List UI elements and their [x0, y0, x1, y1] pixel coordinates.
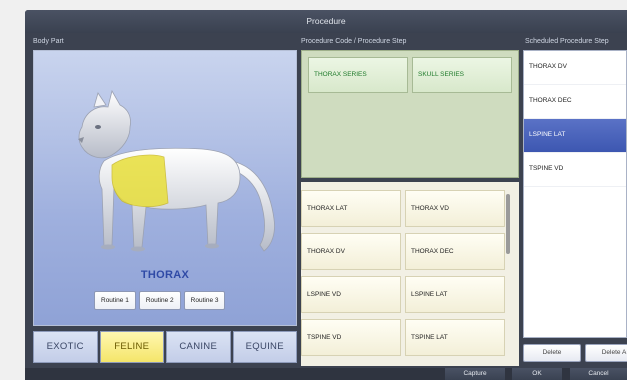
step-tspine-lat[interactable]: TSPINE LAT	[405, 319, 505, 356]
delete-all-button[interactable]: Delete A	[585, 344, 627, 362]
scheduled-header: Scheduled Procedure Step	[525, 38, 609, 45]
tab-feline[interactable]: FELINE	[99, 331, 164, 363]
scheduled-item[interactable]: THORAX DV	[524, 51, 626, 85]
step-lspine-vd[interactable]: LSPINE VD	[301, 276, 401, 313]
cat-anatomy-image[interactable]	[42, 69, 290, 269]
procedure-code-panel: THORAX SERIES SKULL SERIES	[301, 50, 519, 178]
scheduled-step-list: THORAX DV THORAX DEC LSPINE LAT TSPINE V…	[523, 50, 627, 338]
scheduled-item[interactable]: THORAX DEC	[524, 85, 626, 119]
footer-bar: Capture OK Cancel	[25, 368, 627, 380]
tab-exotic[interactable]: EXOTIC	[33, 331, 98, 363]
ok-button[interactable]: OK	[512, 368, 562, 380]
step-thorax-dv[interactable]: THORAX DV	[301, 233, 401, 270]
routine-2-button[interactable]: Routine 2	[138, 291, 181, 310]
cancel-button[interactable]: Cancel	[570, 368, 627, 380]
step-lspine-lat[interactable]: LSPINE LAT	[405, 276, 505, 313]
step-tspine-vd[interactable]: TSPINE VD	[301, 319, 401, 356]
procedure-code-thorax-series[interactable]: THORAX SERIES	[308, 57, 408, 93]
body-part-panel: THORAX Routine 1 Routine 2 Routine 3	[33, 50, 297, 326]
step-thorax-lat[interactable]: THORAX LAT	[301, 190, 401, 227]
routine-1-button[interactable]: Routine 1	[94, 291, 136, 310]
scheduled-item-selected[interactable]: LSPINE LAT	[524, 119, 626, 153]
selected-body-part-label: THORAX	[140, 269, 190, 281]
tab-canine[interactable]: CANINE	[166, 331, 231, 363]
scheduled-item[interactable]: TSPINE VD	[524, 153, 626, 187]
species-tabs: EXOTIC FELINE CANINE EQUINE	[33, 331, 297, 363]
routine-buttons: Routine 1 Routine 2 Routine 3	[94, 291, 226, 310]
scheduled-buttons: Delete Delete A	[523, 344, 627, 362]
tab-equine[interactable]: EQUINE	[232, 331, 297, 363]
procedure-code-skull-series[interactable]: SKULL SERIES	[412, 57, 512, 93]
step-thorax-vd[interactable]: THORAX VD	[405, 190, 505, 227]
thorax-highlight	[111, 154, 169, 207]
window-title: Procedure	[25, 10, 627, 33]
procedure-window: Procedure Body Part Procedure Code / Pro…	[25, 10, 627, 380]
procedure-step-scrollbar[interactable]	[506, 194, 510, 254]
step-thorax-dec[interactable]: THORAX DEC	[405, 233, 505, 270]
procedure-header: Procedure Code / Procedure Step	[301, 38, 407, 45]
routine-3-button[interactable]: Routine 3	[183, 291, 226, 310]
body-part-header: Body Part	[33, 38, 64, 45]
delete-button[interactable]: Delete	[523, 344, 581, 362]
capture-button[interactable]: Capture	[445, 368, 505, 380]
procedure-step-panel: THORAX LAT THORAX VD THORAX DV THORAX DE…	[301, 182, 519, 366]
